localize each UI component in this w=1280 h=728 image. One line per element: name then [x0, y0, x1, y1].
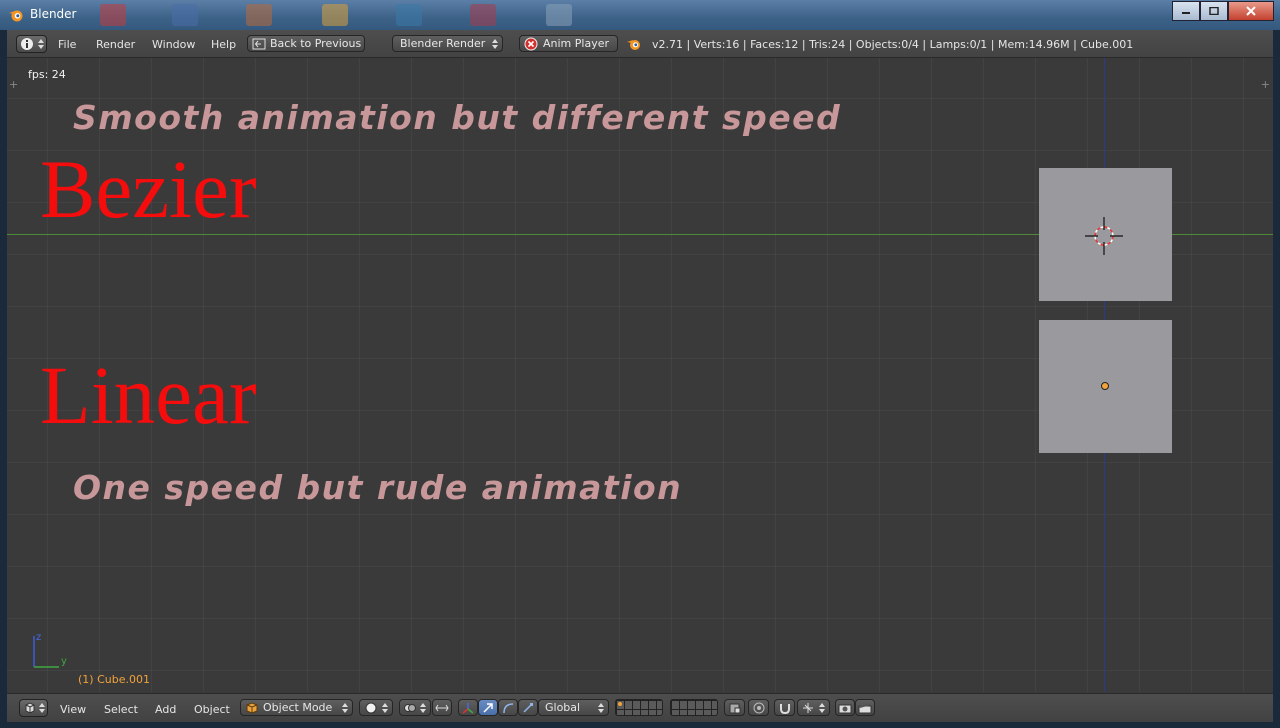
axis-z-label: z: [36, 632, 42, 643]
close-icon: [1246, 6, 1256, 16]
info-header: File Render Window Help Back to Previous…: [7, 30, 1273, 58]
3d-view-header: View Select Add Object Object Mode Globa…: [7, 693, 1273, 722]
scene-layers-1-icon[interactable]: [615, 699, 663, 716]
snap-element-dropdown[interactable]: [797, 699, 830, 716]
scene-stats: v2.71 | Verts:16 | Faces:12 | Tris:24 | …: [652, 38, 1134, 51]
opengl-render-button[interactable]: [835, 699, 855, 716]
anim-player-label: Anim Player: [543, 37, 609, 50]
maximize-button[interactable]: [1200, 1, 1228, 21]
minimize-button[interactable]: [1172, 1, 1200, 21]
anim-player-button[interactable]: Anim Player: [519, 35, 618, 52]
transform-orientation-label: Global: [545, 701, 581, 714]
proportional-edit-icon: [753, 702, 764, 713]
window-title: Blender: [30, 7, 77, 21]
cube-mode-icon: [246, 701, 258, 714]
snap-toggle-button[interactable]: [774, 699, 795, 716]
object-mode-dropdown[interactable]: Object Mode: [240, 699, 353, 716]
window-titlebar: Blender: [0, 0, 1280, 30]
close-button[interactable]: [1228, 1, 1274, 21]
pivot-point-dropdown[interactable]: [399, 699, 431, 716]
scale-manipulator-button[interactable]: [518, 699, 538, 716]
region-toggle-right[interactable]: +: [1261, 78, 1270, 91]
active-object-label: (1) Cube.001: [78, 673, 150, 686]
manipulate-center-button[interactable]: [432, 699, 452, 716]
menu-add[interactable]: Add: [155, 703, 176, 716]
translate-arrow-icon: [483, 702, 493, 713]
menu-window[interactable]: Window: [152, 38, 195, 51]
blender-logo-icon: [627, 40, 640, 50]
3d-view-icon: [25, 702, 35, 714]
3d-cursor-icon: [1085, 217, 1123, 255]
back-to-previous-button[interactable]: Back to Previous: [247, 35, 365, 52]
window-controls: [1172, 1, 1274, 21]
text-object-bezier[interactable]: Bezier: [40, 148, 257, 231]
render-engine-label: Blender Render: [400, 37, 486, 50]
info-icon: [21, 38, 33, 50]
clapperboard-icon: [858, 702, 872, 713]
rotate-manipulator-button[interactable]: [498, 699, 518, 716]
solid-shading-icon: [365, 702, 377, 713]
text-object-linear[interactable]: Linear: [40, 354, 257, 437]
menu-file[interactable]: File: [58, 38, 76, 51]
caption-bottom: One speed but rude animation: [73, 468, 683, 507]
menu-render[interactable]: Render: [96, 38, 135, 51]
3d-viewport[interactable]: + + fps: 24 Smooth animation but differe…: [7, 58, 1273, 692]
lock-camera-layers-button[interactable]: [724, 699, 745, 716]
opengl-render-animation-button[interactable]: [855, 699, 875, 716]
active-layer-dot-icon: [618, 702, 622, 706]
pivot-icon: [404, 703, 416, 712]
menu-select[interactable]: Select: [104, 703, 138, 716]
menu-help[interactable]: Help: [211, 38, 236, 51]
caption-top: Smooth animation but different speed: [73, 98, 842, 137]
transform-orientation-dropdown[interactable]: Global: [538, 699, 609, 716]
manipulator-icon: [462, 702, 474, 714]
axis-y-label: y: [61, 656, 67, 667]
back-icon: [252, 38, 266, 49]
region-toggle-left[interactable]: +: [9, 78, 18, 91]
scene-layers-2-icon[interactable]: [670, 699, 718, 716]
cancel-icon: [524, 37, 538, 50]
blender-logo-icon: [9, 10, 23, 22]
menu-view[interactable]: View: [60, 703, 86, 716]
manipulator-toggle-button[interactable]: [458, 699, 478, 716]
camera-icon: [838, 704, 852, 713]
magnet-icon: [779, 703, 790, 714]
translate-manipulator-button[interactable]: [478, 699, 498, 716]
maximize-icon: [1209, 7, 1219, 15]
snap-grid-icon: [803, 702, 813, 713]
3d-view-editor-selector[interactable]: [19, 699, 48, 717]
scale-icon: [523, 702, 533, 713]
center-points-icon: [435, 704, 449, 711]
layers-lock-icon: [729, 703, 740, 713]
proportional-editing-button[interactable]: [748, 699, 769, 716]
minimize-icon: [1182, 12, 1190, 14]
blender-window: File Render Window Help Back to Previous…: [7, 30, 1273, 722]
viewport-shading-dropdown[interactable]: [359, 699, 393, 716]
object-mode-label: Object Mode: [263, 701, 333, 714]
render-engine-dropdown[interactable]: Blender Render: [392, 35, 503, 52]
object-origin-icon: [1101, 382, 1109, 390]
editor-type-selector[interactable]: [16, 35, 47, 53]
menu-object[interactable]: Object: [194, 703, 230, 716]
fps-counter: fps: 24: [28, 68, 66, 81]
back-to-previous-label: Back to Previous: [270, 37, 362, 50]
rotate-arc-icon: [503, 702, 514, 713]
